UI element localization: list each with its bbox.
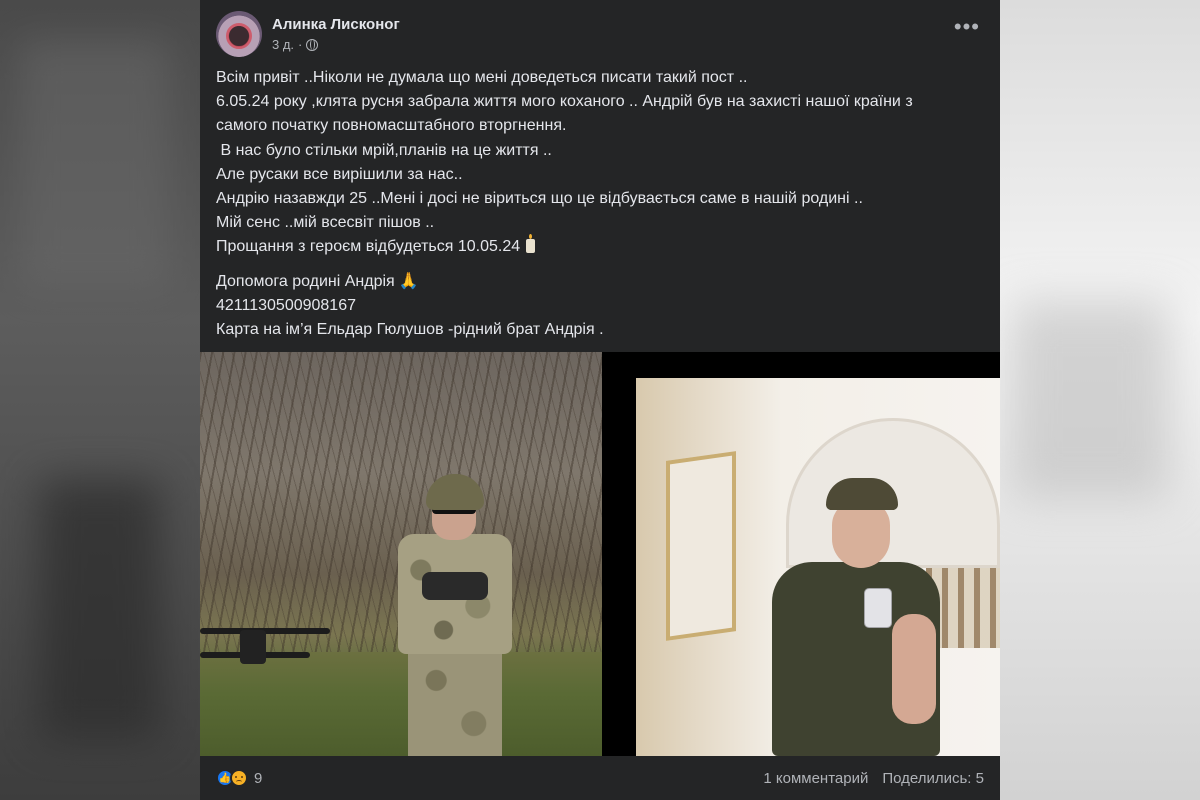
avatar[interactable] — [216, 11, 262, 57]
photo-collage — [200, 352, 1000, 756]
facebook-post: Алинка Лисконог 3 д. · ••• Всім привіт .… — [200, 0, 1000, 800]
soldier-figure — [380, 472, 530, 756]
reaction-count: 9 — [254, 769, 263, 787]
post-header: Алинка Лисконог 3 д. · — [216, 10, 400, 58]
post-stats: 1 комментарий Поделились: 5 — [763, 770, 984, 787]
post-meta: Алинка Лисконог 3 д. · — [272, 16, 400, 52]
photo-selfie[interactable] — [636, 378, 1000, 756]
reactions-summary[interactable]: 👍 9 — [216, 769, 262, 787]
help-line: Карта на ім’я Ельдар Гюлушов -рідний бра… — [216, 321, 604, 339]
shares-count[interactable]: Поделились: 5 — [882, 770, 984, 787]
post-line: В нас було стільки мрій,планів на це жит… — [216, 141, 552, 159]
person-figure — [762, 478, 942, 756]
background-left — [0, 0, 200, 800]
post-line: 6.05.24 року ,клята русня забрала життя … — [216, 93, 913, 111]
post-line: Мій сенс ..мій всесвіт пішов .. — [216, 214, 435, 232]
candle-icon — [526, 234, 536, 254]
post-line: Але русаки все вирішили за нас.. — [216, 165, 463, 183]
more-options-button[interactable]: ••• — [954, 16, 980, 38]
post-footer: 👍 9 1 комментарий Поделились: 5 — [200, 756, 1000, 800]
post-text: Всім привіт ..Ніколи не думала що мені д… — [216, 66, 992, 342]
author-name[interactable]: Алинка Лисконог — [272, 16, 400, 33]
post-time[interactable]: 3 д. — [272, 37, 294, 52]
comments-count[interactable]: 1 комментарий — [763, 770, 868, 787]
post-line: самого початку повномасштабного вторгнен… — [216, 117, 567, 135]
card-number: 4211130500908167 — [216, 296, 356, 314]
dot-separator: · — [298, 37, 303, 52]
help-line: Допомога родині Андрія 🙏 — [216, 272, 419, 290]
post-line: Андрію назавжди 25 ..Мені і досі не віри… — [216, 190, 863, 208]
pray-icon: 🙏 — [398, 272, 419, 290]
globe-icon — [306, 38, 319, 51]
background-right — [1000, 0, 1200, 800]
post-line-farewell: Прощання з героєм відбудеться 10.05.24 — [216, 234, 992, 259]
drone-shape — [200, 620, 330, 670]
photo-soldier-drone[interactable] — [200, 352, 602, 756]
post-line: Всім привіт ..Ніколи не думала що мені д… — [216, 69, 748, 86]
sad-reaction-icon — [230, 769, 248, 787]
time-row: 3 д. · — [272, 37, 400, 52]
